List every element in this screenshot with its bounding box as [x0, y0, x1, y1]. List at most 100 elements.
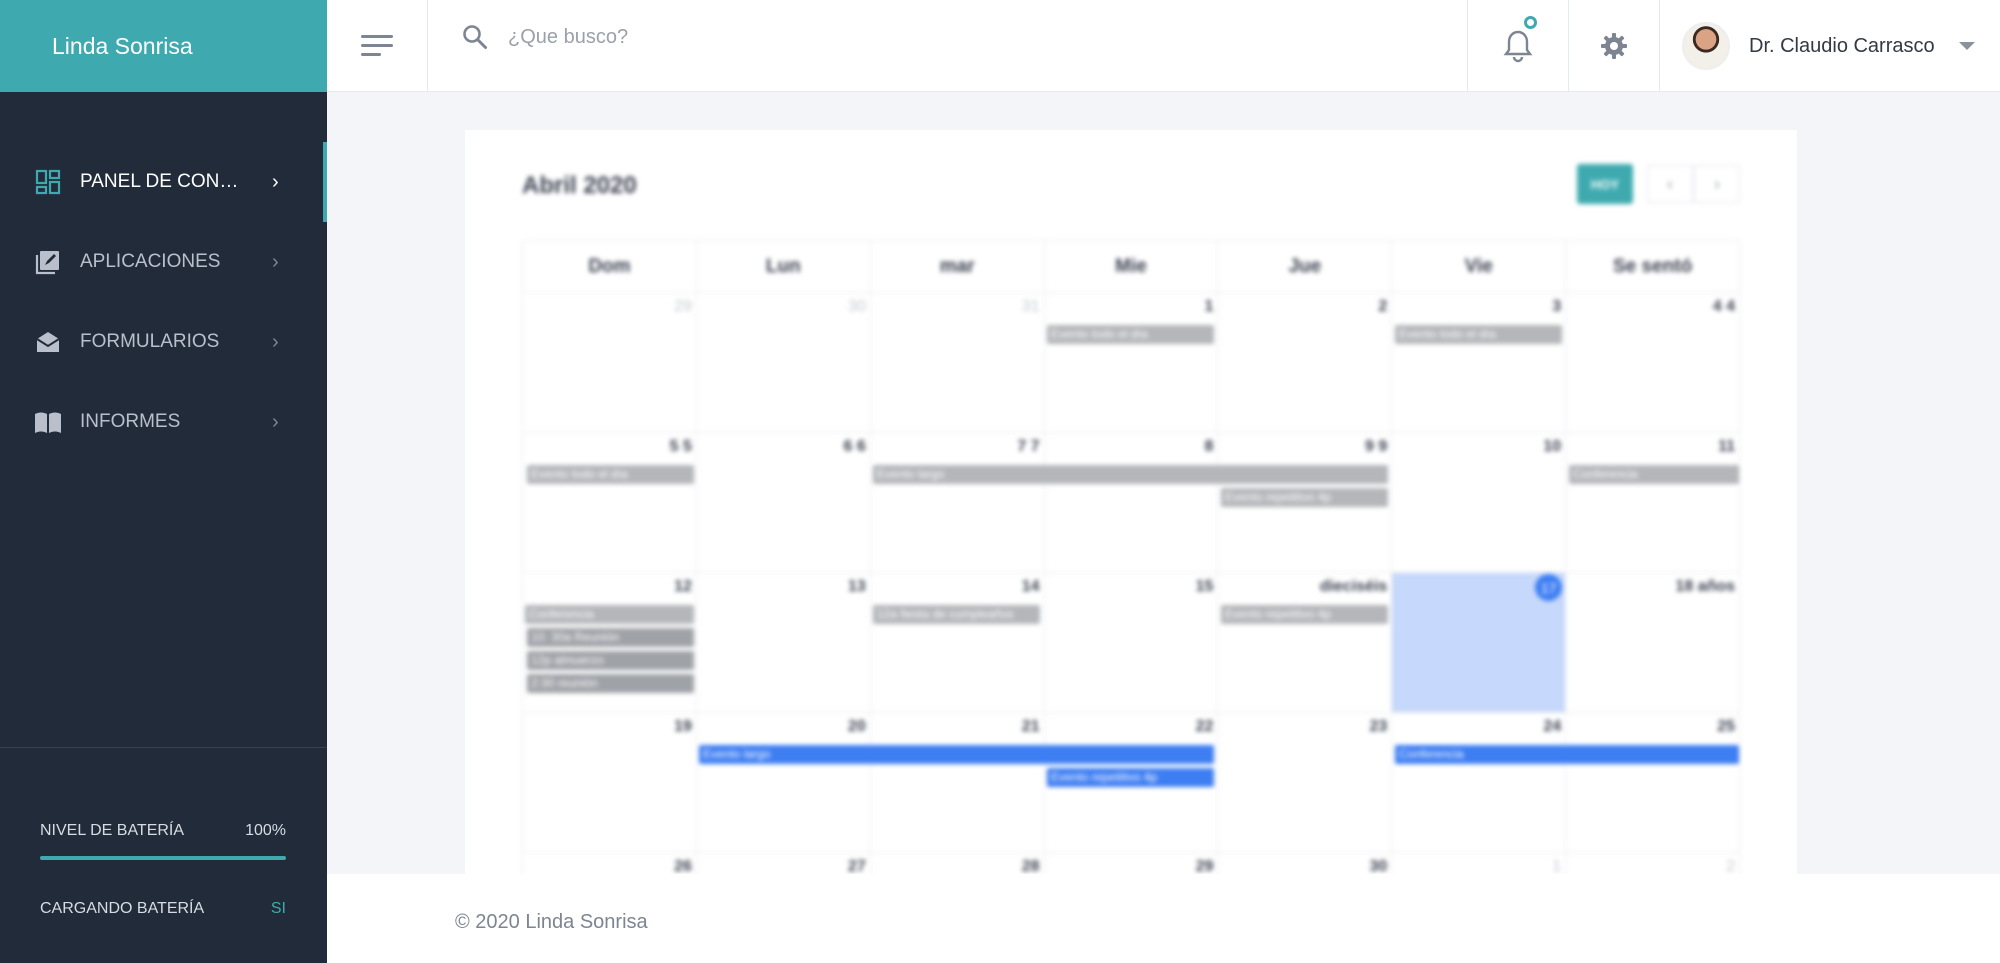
calendar-event[interactable]: Evento todo el día [527, 465, 694, 484]
calendar-day[interactable]: 8 [1043, 433, 1218, 572]
today-badge: 17 [1535, 574, 1563, 601]
battery-progress-bar [40, 856, 286, 860]
day-number: 1 [1204, 298, 1214, 315]
calendar-event[interactable]: Evento todo el día [1395, 325, 1562, 344]
day-number: dieciséis [1319, 578, 1388, 595]
calendar-day[interactable]: 20 [695, 713, 870, 852]
day-number: 3 [1552, 298, 1562, 315]
chevron-right-icon: › [272, 331, 279, 353]
search-input[interactable] [508, 25, 1008, 49]
calendar-day-today[interactable]: 17 [1391, 573, 1566, 712]
calendar-day[interactable]: 14 [869, 573, 1044, 712]
calendar-event[interactable]: Conferencia [1395, 745, 1739, 764]
calendar-day[interactable]: 13 [695, 573, 870, 712]
day-number: 18 años [1675, 578, 1736, 595]
weekday-label: Jue [1217, 241, 1391, 292]
sidebar-item-aplicaciones[interactable]: APLICACIONES › [0, 222, 327, 302]
day-number: 21 [1021, 718, 1040, 735]
day-number: 13 [847, 578, 866, 595]
sidebar-item-label: INFORMES [80, 411, 181, 432]
menu-toggle-button[interactable] [327, 0, 428, 92]
brand-logo[interactable]: Linda Sonrisa [0, 0, 327, 92]
day-number: 5 5 [669, 438, 692, 455]
mail-open-icon [34, 328, 62, 356]
day-number: 11 [1718, 438, 1736, 455]
footer: © 2020 Linda Sonrisa [327, 874, 2000, 963]
battery-charging-row: CARGANDO BATERÍA SI [40, 900, 286, 918]
calendar-event[interactable]: 2:30 reunión [527, 674, 694, 693]
calendar-day[interactable]: 30 [695, 293, 870, 432]
calendar-day[interactable]: 21 [869, 713, 1044, 852]
day-number: 2 [1378, 298, 1388, 315]
calendar-event[interactable]: 10: 30a Reunión [527, 628, 694, 647]
topbar: Dr. Claudio Carrasco [327, 0, 2000, 92]
prev-month-button[interactable]: ‹ [1647, 165, 1693, 203]
calendar-day[interactable]: 18 años [1565, 573, 1739, 712]
day-number: 7 7 [1017, 438, 1040, 455]
calendar-day[interactable]: 31 [869, 293, 1044, 432]
day-number: 8 [1204, 438, 1214, 455]
weekday-header: Dom Lun mar Mie Jue Vie Se sentó [522, 240, 1740, 293]
day-number: 10 [1543, 438, 1562, 455]
sidebar-item-informes[interactable]: INFORMES › [0, 382, 327, 462]
calendar-event[interactable]: 12p almuerzo [527, 651, 694, 670]
calendar-event[interactable]: Evento repetitivo 4p [1221, 488, 1388, 507]
sidebar-item-panel-de-control[interactable]: PANEL DE CONTROL › [0, 142, 327, 222]
today-button[interactable]: HOY [1577, 164, 1633, 204]
calendar-day[interactable]: dieciséis [1217, 573, 1391, 712]
weekday-label: Lun [695, 241, 870, 292]
battery-charging-label: CARGANDO BATERÍA [40, 900, 205, 917]
weekday-label: Dom [588, 255, 631, 277]
calendar-event[interactable]: Evento largo [699, 745, 1214, 764]
weekday-label: Se sentó [1565, 241, 1739, 292]
calendar-event[interactable]: Evento repetitivo 4p [1221, 605, 1388, 624]
day-number: 31 [1021, 298, 1040, 315]
avatar [1682, 22, 1730, 70]
calendar-day[interactable]: 19 [523, 713, 696, 852]
calendar-blurred-content: Abril 2020 HOY ‹ › Dom Lun mar Mie Jue V… [465, 130, 1797, 963]
calendar-event[interactable]: 12a fiesta de cumpleaños [873, 605, 1040, 624]
day-number: 15 [1195, 578, 1214, 595]
calendar-event[interactable]: Conferencia [525, 605, 694, 624]
weekday-label: Vie [1391, 241, 1565, 292]
calendar-event[interactable]: Evento repetitivo 4p [1047, 768, 1214, 787]
calendar-day[interactable]: 6 6 [695, 433, 870, 572]
calendar-event[interactable]: Conferencia [1569, 465, 1739, 484]
dashboard-icon [34, 168, 62, 196]
battery-charging-value: SI [270, 900, 286, 917]
caret-down-icon [1958, 42, 1975, 50]
bell-icon [1503, 30, 1533, 63]
day-number: 24 [1543, 718, 1562, 735]
calendar-day[interactable]: 1 [1043, 293, 1218, 432]
calendar-grid: Dom Lun mar Mie Jue Vie Se sentó 29 30 3… [522, 240, 1740, 963]
calendar-event[interactable]: Evento todo el día [1047, 325, 1214, 344]
battery-level-label: NIVEL DE BATERÍA [40, 822, 185, 839]
calendar-day[interactable]: 10 [1391, 433, 1565, 572]
calendar-day[interactable]: 24 [1391, 713, 1565, 852]
calendar-day[interactable]: 29 [523, 293, 696, 432]
calendar-day[interactable]: 5 5 [523, 433, 696, 572]
notifications-button[interactable] [1467, 0, 1568, 92]
calendar-day[interactable]: 7 7 [869, 433, 1044, 572]
day-number: 9 9 [1365, 438, 1388, 455]
footer-copyright: © 2020 Linda Sonrisa [455, 911, 648, 933]
sidebar-item-formularios[interactable]: FORMULARIOS › [0, 302, 327, 382]
user-menu[interactable]: Dr. Claudio Carrasco [1682, 0, 1975, 92]
search-icon[interactable] [462, 24, 488, 50]
settings-button[interactable] [1568, 0, 1659, 92]
calendar-day[interactable]: 15 [1043, 573, 1218, 712]
hamburger-icon [361, 35, 393, 56]
calendar-week: 5 5 6 6 7 7 8 9 9 10 11 Evento todo el d… [522, 433, 1740, 573]
day-number: 6 6 [843, 438, 866, 455]
calendar-day[interactable]: 4 4 [1565, 293, 1739, 432]
calendar-week: 12 13 14 15 dieciséis 17 18 años Confere… [522, 573, 1740, 713]
calendar-day[interactable]: 2 [1217, 293, 1391, 432]
calendar-event[interactable]: Evento largo [873, 465, 1388, 484]
calendar-day[interactable]: 25 [1565, 713, 1739, 852]
chevron-right-icon: › [272, 171, 279, 193]
next-month-button[interactable]: › [1694, 165, 1740, 203]
day-number: 23 [1369, 718, 1388, 735]
calendar-day[interactable]: 3 [1391, 293, 1565, 432]
calendar-day[interactable]: 11 [1565, 433, 1739, 572]
calendar-day[interactable]: 23 [1217, 713, 1391, 852]
